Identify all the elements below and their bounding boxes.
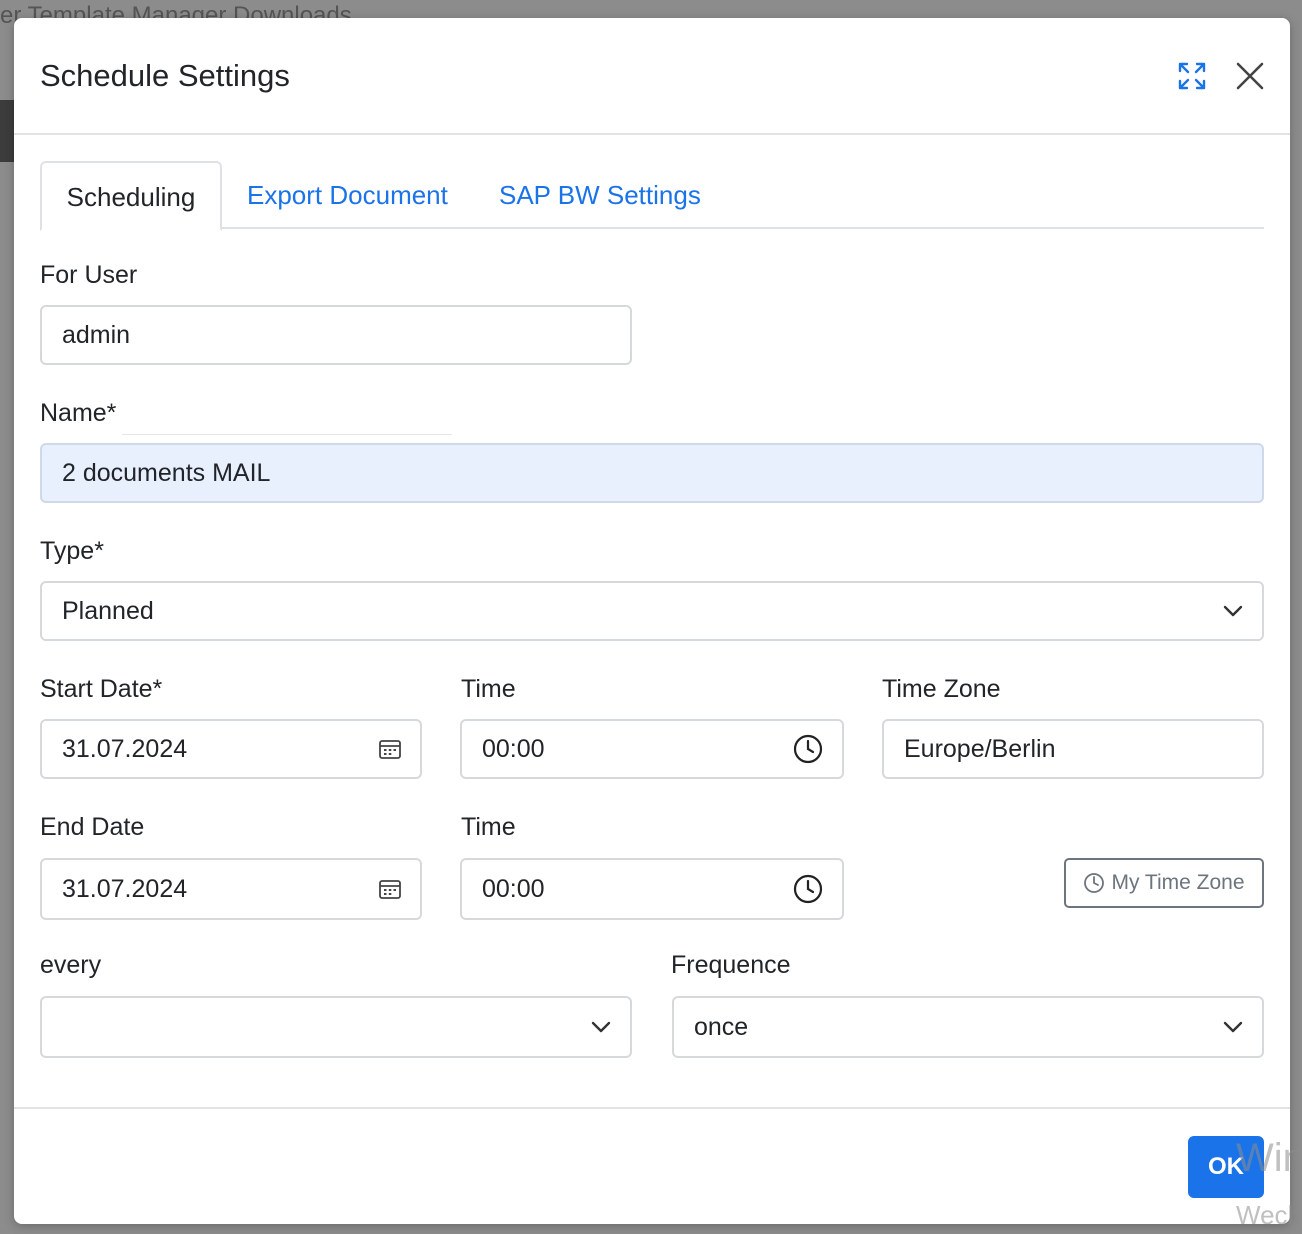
end-time-value: 00:00 (482, 874, 545, 903)
calendar-icon (379, 880, 401, 899)
name-input[interactable]: 2 documents MAIL (40, 443, 1264, 503)
end-date-label: End Date (40, 813, 145, 841)
my-time-zone-button[interactable]: My Time Zone (1064, 858, 1264, 908)
tab-bar: Scheduling Export Document SAP BW Settin… (40, 161, 1264, 231)
start-time-picker-button[interactable] (792, 733, 824, 765)
maximize-button[interactable] (1172, 56, 1212, 96)
clock-icon (793, 874, 823, 904)
modal-footer-divider (14, 1107, 1290, 1109)
tab-export-document[interactable]: Export Document (247, 161, 448, 227)
close-button[interactable] (1230, 56, 1270, 96)
end-date-value: 31.07.2024 (62, 874, 188, 903)
time-zone-input[interactable]: Europe/Berlin (882, 719, 1264, 779)
modal-title: Schedule Settings (40, 58, 290, 93)
modal-header: Schedule Settings (14, 18, 1290, 135)
start-date-picker-button[interactable] (378, 737, 402, 761)
schedule-settings-dialog: Schedule Settings Scheduling Export Docu… (14, 18, 1290, 1224)
start-date-value: 31.07.2024 (62, 734, 188, 763)
tab-scheduling[interactable]: Scheduling (40, 161, 222, 231)
chevron-down-icon (591, 1021, 611, 1033)
start-time-label: Time (461, 675, 516, 703)
name-label: Name* (40, 399, 117, 427)
start-date-input[interactable]: 31.07.2024 (40, 719, 422, 779)
end-time-picker-button[interactable] (792, 873, 824, 905)
frequence-value: once (694, 1012, 749, 1041)
time-zone-value: Europe/Berlin (904, 734, 1056, 763)
watermark-subtext: Wech (1236, 1200, 1302, 1230)
background-dark-tab (0, 100, 14, 162)
my-time-zone-label: My Time Zone (1111, 871, 1245, 894)
for-user-label: For User (40, 261, 138, 289)
close-icon (1236, 62, 1264, 90)
clock-icon (793, 734, 823, 764)
name-value: 2 documents MAIL (62, 458, 271, 487)
for-user-field[interactable]: admin (40, 305, 632, 365)
clock-icon (1084, 873, 1105, 893)
name-label-divider (122, 434, 452, 435)
frequence-select[interactable]: once (672, 996, 1264, 1058)
type-label: Type* (40, 537, 104, 565)
time-zone-label: Time Zone (882, 675, 1001, 703)
chevron-down-icon (1223, 1021, 1243, 1033)
chevron-down-icon (1223, 605, 1243, 617)
tab-sap-bw-settings[interactable]: SAP BW Settings (499, 161, 701, 227)
watermark-text: Win (1236, 1136, 1302, 1180)
start-time-input[interactable]: 00:00 (460, 719, 844, 779)
end-date-input[interactable]: 31.07.2024 (40, 858, 422, 920)
frequence-label: Frequence (671, 951, 791, 979)
every-label: every (40, 951, 102, 979)
for-user-value: admin (62, 320, 131, 349)
every-select[interactable] (40, 996, 632, 1058)
type-select[interactable]: Planned (40, 581, 1264, 641)
start-date-label: Start Date* (40, 675, 163, 703)
expand-icon (1178, 62, 1206, 90)
end-time-label: Time (461, 813, 516, 841)
end-time-input[interactable]: 00:00 (460, 858, 844, 920)
calendar-icon (379, 740, 401, 759)
start-time-value: 00:00 (482, 734, 545, 763)
type-value: Planned (62, 596, 154, 625)
end-date-picker-button[interactable] (378, 877, 402, 901)
